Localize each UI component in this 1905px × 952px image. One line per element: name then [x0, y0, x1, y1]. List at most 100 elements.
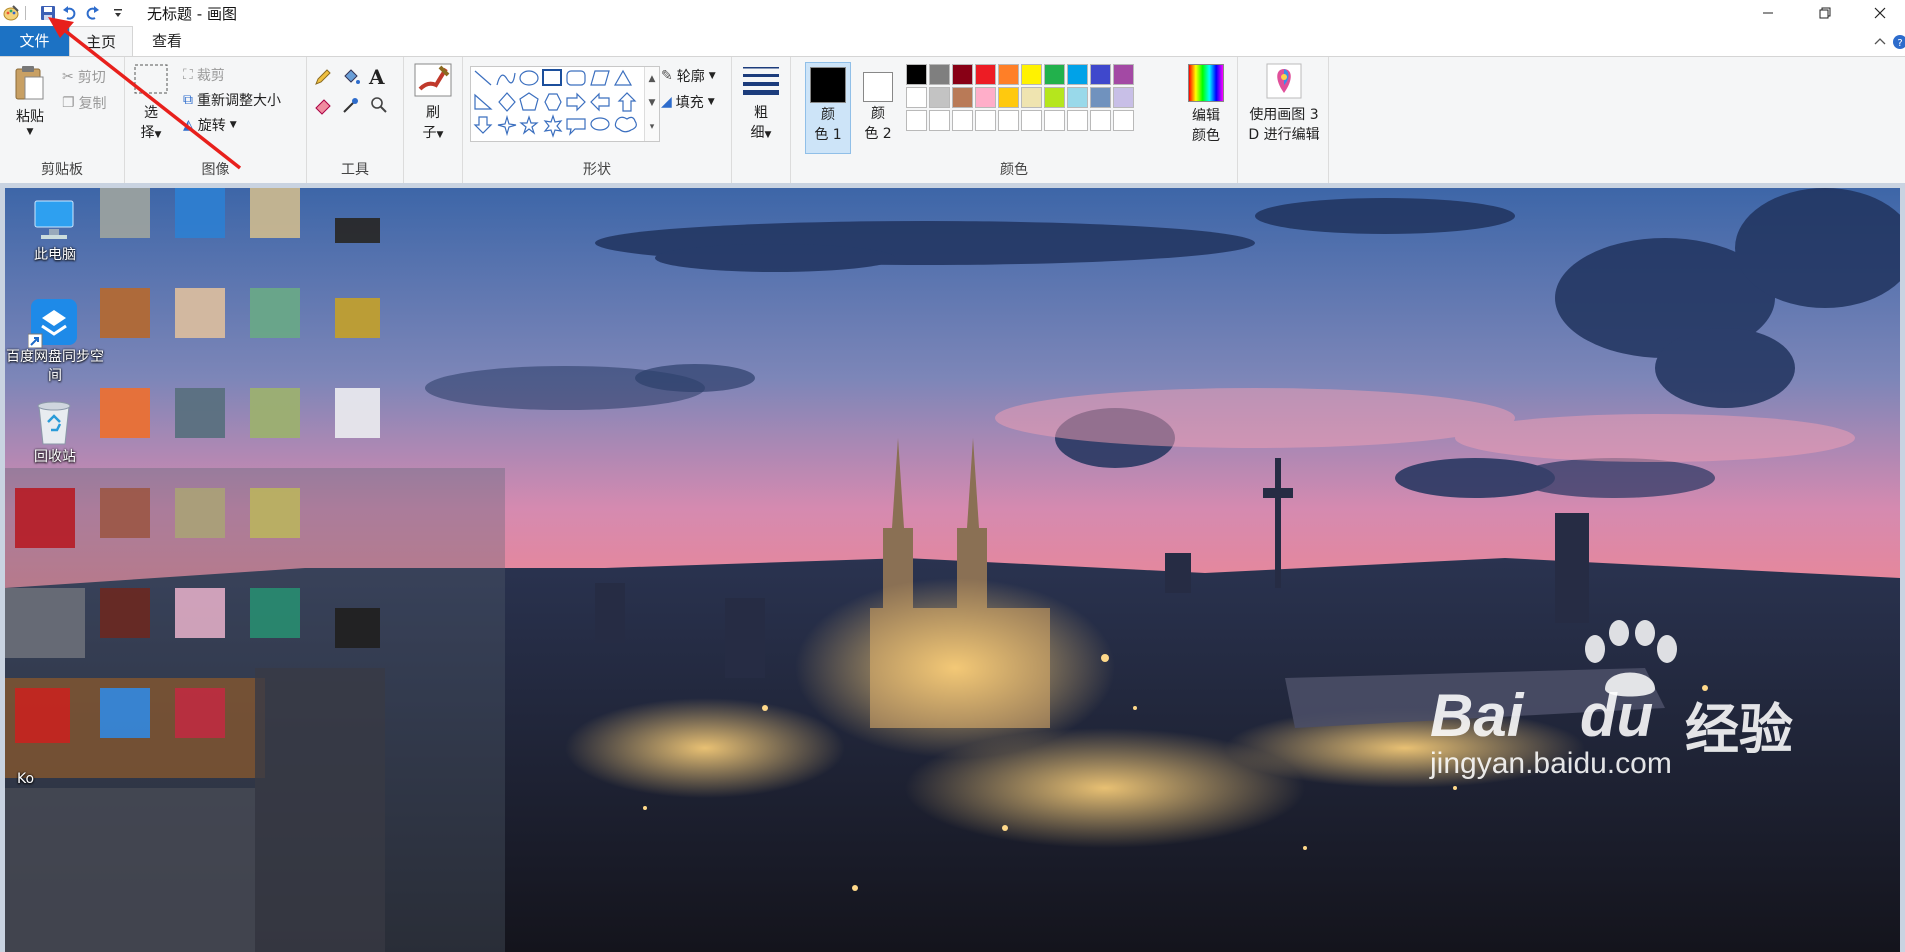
palette-swatch[interactable]	[952, 64, 973, 85]
color1-label-line1: 颜	[821, 107, 835, 123]
brushes-dropdown-icon: ▼	[436, 130, 444, 140]
window-title: 无标题 - 画图	[147, 5, 237, 23]
redo-icon[interactable]	[82, 3, 102, 23]
palette-swatch[interactable]	[975, 110, 996, 131]
this-pc-icon[interactable]	[24, 197, 84, 243]
paint-app-icon[interactable]	[1, 3, 21, 23]
color2-label-line2: 色 2	[864, 126, 892, 142]
paste-button[interactable]: 粘贴 ▼	[8, 65, 52, 137]
palette-swatch[interactable]	[1044, 87, 1065, 108]
palette-swatch[interactable]	[929, 64, 950, 85]
tab-view[interactable]: 查看	[134, 26, 200, 56]
palette-swatch[interactable]	[998, 64, 1019, 85]
edit-colors-button[interactable]: 编辑 颜色	[1181, 62, 1231, 146]
palette-swatch[interactable]	[1113, 64, 1134, 85]
palette-swatch[interactable]	[906, 110, 927, 131]
palette-swatch[interactable]	[975, 64, 996, 85]
rotate-icon: ◭	[183, 117, 194, 133]
cut-button[interactable]: ✂ 剪切	[62, 67, 106, 87]
rotate-button[interactable]: ◭ 旋转 ▼	[183, 115, 237, 135]
outline-icon: ✎	[661, 68, 673, 84]
palette-swatch[interactable]	[929, 87, 950, 108]
palette-swatch[interactable]	[1067, 64, 1088, 85]
crop-button[interactable]: ⛶ 裁剪	[183, 65, 225, 85]
palette-swatch[interactable]	[1090, 64, 1111, 85]
fill-tool[interactable]	[341, 67, 363, 87]
palette-swatch[interactable]	[1021, 110, 1042, 131]
watermark-cn: 经验	[1685, 700, 1793, 760]
palette-swatch[interactable]	[1044, 64, 1065, 85]
select-button[interactable]: 选 择▼	[129, 63, 173, 145]
magnifier-tool[interactable]	[369, 95, 391, 115]
computer-icon	[34, 200, 74, 239]
baidu-netdisk-sync-label: 百度网盘同步空间	[6, 349, 104, 384]
palette-swatch[interactable]	[1090, 110, 1111, 131]
ribbon: 粘贴 ▼ ✂ 剪切 ❐ 复制 剪贴板 选 择▼ ⛶ 裁剪 ⧉ 重新调整大小 ◭ 旋转 ▼ 图…	[0, 56, 1905, 184]
palette-swatch[interactable]	[906, 64, 927, 85]
edit-with-paint3d-button[interactable]: 使用画图 3 D 进行编辑	[1242, 63, 1326, 145]
palette-swatch[interactable]	[952, 87, 973, 108]
paste-dropdown-icon: ▼	[26, 127, 34, 137]
palette-swatch[interactable]	[1113, 110, 1134, 131]
this-pc-label: 此电脑	[34, 247, 76, 263]
copy-icon: ❐	[62, 95, 75, 111]
palette-swatch[interactable]	[1044, 110, 1065, 131]
fill-button[interactable]: ◢ 填充 ▼	[661, 92, 715, 112]
eraser-icon	[315, 99, 331, 115]
restore-button[interactable]	[1802, 0, 1848, 26]
color2-button[interactable]: 颜 色 2	[855, 62, 901, 144]
palette-swatch[interactable]	[975, 87, 996, 108]
resize-icon: ⧉	[183, 92, 193, 108]
canvas-area[interactable]: 此电脑 百度网盘同步空间 回收站 Ko Bai du 经验 jingyan.ba…	[0, 183, 1905, 952]
eraser-tool[interactable]	[313, 95, 335, 115]
tools-group: A 工具	[307, 57, 404, 183]
resize-button[interactable]: ⧉ 重新调整大小	[183, 90, 281, 110]
palette-swatch[interactable]	[998, 110, 1019, 131]
tab-file[interactable]: 文件	[0, 26, 69, 56]
paint3d-label-line1: 使用画图 3	[1249, 107, 1319, 123]
palette-swatch[interactable]	[1021, 87, 1042, 108]
palette-swatch[interactable]	[929, 110, 950, 131]
collapse-ribbon-icon[interactable]	[1870, 32, 1890, 52]
brushes-label-line2: 子	[422, 125, 437, 141]
palette-swatch[interactable]	[1113, 87, 1134, 108]
ribbon-tab-bar: 文件 主页 查看 ?	[0, 26, 1905, 56]
canvas-image[interactable]: 此电脑 百度网盘同步空间 回收站 Ko Bai du 经验 jingyan.ba…	[5, 188, 1900, 952]
brushes-button[interactable]: 刷 子▼	[410, 63, 456, 145]
palette-swatch[interactable]	[1067, 110, 1088, 131]
palette-swatch[interactable]	[1021, 64, 1042, 85]
palette-swatch[interactable]	[1067, 87, 1088, 108]
copy-button[interactable]: ❐ 复制	[62, 93, 107, 113]
paste-label: 粘贴	[16, 109, 44, 125]
partial-desktop-label: Ko	[17, 771, 35, 787]
close-button[interactable]	[1857, 0, 1903, 26]
cut-label: 剪切	[77, 70, 106, 86]
color1-swatch	[810, 67, 846, 103]
recycle-bin-icon[interactable]	[24, 396, 84, 446]
minimize-button[interactable]	[1745, 0, 1791, 26]
help-icon[interactable]: ?	[1890, 32, 1905, 52]
color1-button[interactable]: 颜 色 1	[805, 62, 851, 154]
quick-access-dropdown-icon[interactable]	[112, 3, 124, 23]
palette-swatch[interactable]	[906, 87, 927, 108]
palette-swatch[interactable]	[1090, 87, 1111, 108]
undo-icon[interactable]	[60, 3, 80, 23]
tab-home[interactable]: 主页	[69, 26, 133, 56]
color-picker-tool[interactable]	[341, 95, 363, 115]
title-bar: 无标题 - 画图	[0, 0, 1905, 26]
baidu-netdisk-sync-icon[interactable]	[24, 296, 84, 348]
image-group-label: 图像	[201, 162, 230, 178]
line-width-icon	[743, 67, 779, 95]
size-label-line2: 细	[750, 125, 765, 141]
save-icon[interactable]	[38, 3, 58, 23]
pencil-tool[interactable]	[313, 67, 335, 87]
outline-button[interactable]: ✎ 轮廓 ▼	[661, 66, 716, 86]
edit-colors-label-line1: 编辑	[1192, 108, 1220, 124]
palette-swatch[interactable]	[952, 110, 973, 131]
paint3d-group: 使用画图 3 D 进行编辑	[1238, 57, 1329, 183]
text-tool[interactable]: A	[369, 65, 391, 89]
size-button[interactable]: 粗 细▼	[738, 63, 784, 145]
select-dropdown-icon: ▼	[154, 130, 162, 140]
palette-swatch[interactable]	[998, 87, 1019, 108]
shapes-scroll[interactable]: ▲ ▼ ▾	[644, 67, 659, 141]
